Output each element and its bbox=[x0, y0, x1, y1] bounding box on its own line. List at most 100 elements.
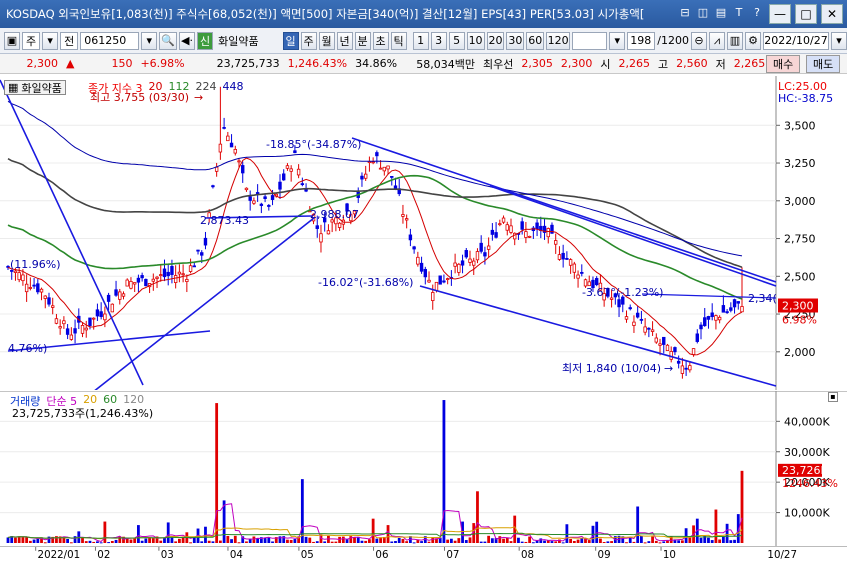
candle-body bbox=[118, 291, 122, 300]
candle-body bbox=[639, 318, 644, 321]
candle-body bbox=[729, 307, 733, 311]
candle-body bbox=[714, 315, 718, 321]
price-tick-label: 3,000 bbox=[784, 195, 816, 208]
annotation-label: 2,873.43 bbox=[200, 214, 249, 227]
volume-bar bbox=[625, 542, 628, 544]
candle-body bbox=[263, 196, 267, 200]
close-icon[interactable]: ✕ bbox=[821, 4, 843, 24]
candle-body bbox=[445, 278, 450, 281]
low-label: 저 bbox=[715, 57, 726, 71]
volume-bar bbox=[643, 542, 647, 544]
sell-button[interactable]: 매도 bbox=[806, 55, 841, 73]
date-dropdown-icon[interactable]: ▾ bbox=[831, 31, 847, 50]
interval-1[interactable]: 1 bbox=[412, 31, 429, 50]
code-input[interactable]: 061250 bbox=[80, 31, 140, 50]
period-tick[interactable]: 틱 bbox=[390, 31, 407, 50]
volume-bar bbox=[651, 536, 654, 543]
volume-bar bbox=[587, 540, 591, 543]
candle-body bbox=[665, 344, 670, 351]
candle-body bbox=[680, 365, 685, 374]
window-icon[interactable]: ⊟ bbox=[677, 4, 693, 20]
interval-30[interactable]: 30 bbox=[506, 31, 525, 50]
candle-body bbox=[676, 360, 681, 364]
interval-20[interactable]: 20 bbox=[486, 31, 505, 50]
candle-body bbox=[535, 222, 539, 230]
minimize-icon[interactable]: — bbox=[769, 4, 791, 24]
layout-icon[interactable]: ▣ bbox=[4, 31, 20, 50]
volume-bar bbox=[323, 541, 327, 543]
type-select[interactable]: 전 bbox=[60, 31, 79, 50]
candle-body bbox=[527, 235, 532, 238]
candle-body bbox=[132, 282, 137, 285]
candle-body bbox=[282, 173, 286, 181]
market-dropdown-icon[interactable]: ▾ bbox=[42, 31, 59, 50]
indicator-icon[interactable]: ⩘ bbox=[709, 31, 725, 50]
interval-5[interactable]: 5 bbox=[448, 31, 465, 50]
interval-custom-input[interactable] bbox=[572, 31, 608, 50]
volume-bar bbox=[84, 541, 88, 543]
restore-icon[interactable]: ◫ bbox=[695, 4, 711, 20]
volume-bar bbox=[293, 539, 297, 543]
code-dropdown-icon[interactable]: ▾ bbox=[141, 31, 158, 50]
volume-bar bbox=[174, 541, 178, 543]
candle-body bbox=[498, 223, 502, 226]
volume-bar bbox=[572, 540, 576, 543]
best-bid: 2,300 bbox=[560, 57, 593, 70]
maximize-icon[interactable]: □ bbox=[795, 4, 817, 24]
price-tick-label: 3,250 bbox=[784, 157, 816, 170]
volume-bar bbox=[405, 541, 409, 543]
volume-tick-label: 30,000K bbox=[784, 446, 830, 459]
volume-bar bbox=[99, 542, 103, 544]
price-chart[interactable]: 최고 3,755 (03/30)최저 1,840 (10/04)-18.85°(… bbox=[0, 76, 847, 390]
candle-body bbox=[617, 299, 621, 308]
pane-collapse-icon[interactable]: ▪ bbox=[828, 392, 838, 402]
candle-body bbox=[419, 262, 424, 272]
interval-3[interactable]: 3 bbox=[430, 31, 447, 50]
interval-120[interactable]: 120 bbox=[546, 31, 571, 50]
tile-icon[interactable]: ▤ bbox=[713, 4, 729, 20]
open-label: 시 bbox=[600, 57, 611, 71]
volume-bar bbox=[390, 541, 394, 543]
date-tick-label: 10/27 bbox=[767, 549, 797, 561]
question-icon[interactable]: ? bbox=[749, 4, 765, 20]
pref-label: 최우선 bbox=[483, 57, 514, 71]
volume-bar bbox=[349, 536, 353, 543]
candle-body bbox=[717, 316, 722, 321]
period-year[interactable]: 년 bbox=[336, 31, 353, 50]
volume-bar bbox=[278, 536, 282, 543]
volume-bar bbox=[129, 539, 133, 543]
price-tick-label: 2,500 bbox=[784, 270, 816, 283]
interval-dropdown-icon[interactable]: ▾ bbox=[609, 31, 626, 50]
volume-bar bbox=[476, 491, 479, 543]
font-icon[interactable]: T bbox=[731, 4, 747, 20]
volume-bar bbox=[539, 538, 543, 543]
volume-bar bbox=[558, 539, 561, 543]
settings-icon[interactable]: ⚙ bbox=[745, 31, 761, 50]
interval-60[interactable]: 60 bbox=[526, 31, 545, 50]
count-input[interactable]: 198 bbox=[627, 31, 656, 50]
period-week[interactable]: 주 bbox=[300, 31, 317, 50]
sound-icon[interactable]: ◀· bbox=[178, 31, 196, 50]
candle-body bbox=[222, 127, 226, 129]
volume-bar bbox=[88, 540, 92, 543]
zoom-out-icon[interactable]: ⊖ bbox=[691, 31, 707, 50]
candle-body bbox=[654, 337, 659, 343]
market-select[interactable]: 주 bbox=[22, 31, 41, 50]
period-second[interactable]: 초 bbox=[372, 31, 389, 50]
candle-body bbox=[140, 275, 144, 279]
candle-body bbox=[226, 135, 230, 142]
period-minute[interactable]: 분 bbox=[354, 31, 371, 50]
period-month[interactable]: 월 bbox=[318, 31, 335, 50]
date-input[interactable]: 2022/10/27 bbox=[763, 31, 829, 50]
candle-body bbox=[151, 278, 156, 282]
volume-bar bbox=[490, 538, 494, 543]
save-icon[interactable]: ▥ bbox=[727, 31, 743, 50]
candle-body bbox=[442, 280, 446, 283]
volume-bar bbox=[576, 539, 580, 543]
period-day[interactable]: 일 bbox=[282, 31, 299, 50]
search-icon[interactable]: 🔍 bbox=[159, 31, 177, 50]
interval-10[interactable]: 10 bbox=[466, 31, 485, 50]
candle-body bbox=[58, 326, 62, 329]
candle-body bbox=[401, 214, 405, 217]
buy-button[interactable]: 매수 bbox=[766, 55, 801, 73]
